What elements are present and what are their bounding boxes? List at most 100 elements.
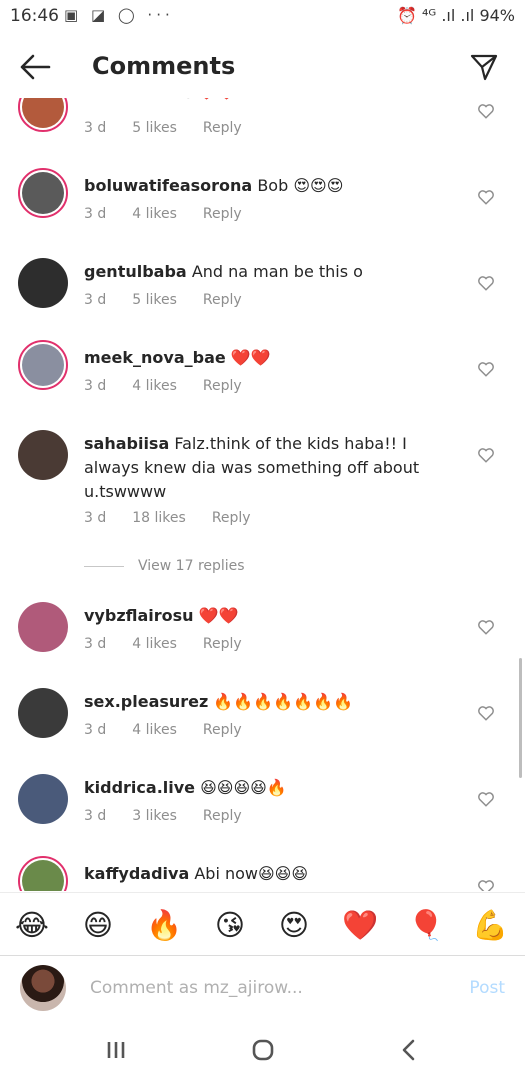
comment-likes[interactable]: 5 likes — [132, 292, 177, 308]
emoji-bar: 😂 😄 🔥 😘 😍 ❤️ 🎈 💪 — [0, 892, 525, 954]
comment-likes[interactable]: 4 likes — [132, 378, 177, 394]
comment-body: Bob 😍😍😍 — [257, 176, 344, 195]
heart-icon[interactable] — [477, 704, 495, 722]
heart-icon[interactable] — [477, 188, 495, 206]
avatar[interactable] — [18, 340, 68, 390]
comment-username[interactable]: kaffydadiva — [84, 864, 189, 883]
comment-meta: 3 d 4 likes Reply — [84, 206, 268, 222]
emoji-heart-eyes-button[interactable]: 😍 — [274, 905, 314, 945]
emoji-grin-button[interactable]: 😄 — [78, 905, 118, 945]
reply-button[interactable]: Reply — [203, 378, 242, 394]
comment-username[interactable]: meek_nova_bae — [84, 348, 226, 367]
comment-age: 3 d — [84, 808, 107, 824]
heart-icon[interactable] — [477, 790, 495, 808]
comment-body: 😆😆😆😆🔥 — [200, 778, 287, 797]
comment-username[interactable]: vybzflairosu — [84, 606, 194, 625]
comment-body: ❤️❤️ — [230, 348, 271, 367]
avatar[interactable] — [18, 602, 68, 652]
comment-likes[interactable]: 4 likes — [132, 206, 177, 222]
system-nav-bar — [0, 1019, 525, 1080]
comment-body: ❤️❤️ — [198, 606, 239, 625]
avatar[interactable] — [18, 688, 68, 738]
back-icon[interactable] — [394, 1035, 424, 1065]
comment-meta: 3 d 18 likes Reply — [84, 510, 277, 526]
comment-likes[interactable]: 3 likes — [132, 808, 177, 824]
reply-button[interactable]: Reply — [212, 510, 251, 526]
comment-meta: 3 d 4 likes Reply — [84, 378, 268, 394]
comment-username[interactable]: sahabiisa — [84, 434, 169, 453]
comments-header: Comments — [0, 38, 525, 98]
heart-icon[interactable] — [477, 102, 495, 120]
comment-text: meek_nova_bae ❤️❤️ — [84, 346, 464, 370]
recent-apps-icon[interactable] — [101, 1035, 131, 1065]
comment-meta: 3 d 4 likes Reply — [84, 722, 268, 738]
comment-username[interactable]: gentulbaba — [84, 262, 187, 281]
comment-input[interactable] — [90, 974, 430, 1002]
comment-text: gentulbaba And na man be this o — [84, 260, 464, 284]
heart-icon[interactable] — [477, 360, 495, 378]
reply-button[interactable]: Reply — [203, 292, 242, 308]
comment-age: 3 d — [84, 636, 107, 652]
comment-username[interactable]: boluwatifeasorona — [84, 176, 252, 195]
comment-age: 3 d — [84, 120, 107, 136]
back-arrow-icon[interactable] — [18, 52, 52, 82]
scrollbar[interactable] — [519, 658, 522, 778]
comment-text: vybzflairosu ❤️❤️ — [84, 604, 464, 628]
avatar[interactable] — [18, 430, 68, 480]
avatar[interactable] — [18, 774, 68, 824]
view-replies-label: View 17 replies — [138, 558, 245, 574]
comment-body: 😊❤️❤️ — [180, 98, 237, 101]
avatar[interactable] — [18, 258, 68, 308]
comment-text: sahabiisa Falz.think of the kids haba!! … — [84, 432, 464, 504]
status-bar: 16:46 ▣ ◪ ◯ ··· ⏰ ⁴ᴳ .ıl .ıl 94% — [0, 0, 525, 32]
comment-meta: 3 d 4 likes Reply — [84, 636, 268, 652]
comment-username[interactable]: sex.pleasurez — [84, 692, 208, 711]
comment-age: 3 d — [84, 206, 107, 222]
comment-meta: 3 d 5 likes Reply — [84, 292, 268, 308]
post-button[interactable]: Post — [469, 978, 505, 998]
reply-button[interactable]: Reply — [203, 120, 242, 136]
status-notification-icons: ▣ ◪ ◯ ··· — [64, 6, 174, 24]
emoji-joy-button[interactable]: 😂 — [12, 905, 52, 945]
emoji-balloon-button[interactable]: 🎈 — [406, 905, 446, 945]
comment-likes[interactable]: 4 likes — [132, 722, 177, 738]
comment-username[interactable]: kiddrica.live — [84, 778, 195, 797]
page-title: Comments — [92, 52, 236, 80]
emoji-fire-button[interactable]: 🔥 — [144, 905, 184, 945]
reply-button[interactable]: Reply — [203, 636, 242, 652]
comment-body: Abi now😆😆😆 — [194, 864, 309, 883]
comment-text: tosoamira 😊❤️❤️ — [84, 98, 464, 104]
comment-body: 🔥🔥🔥🔥🔥🔥🔥 — [213, 692, 353, 711]
comment-age: 3 d — [84, 378, 107, 394]
comment-age: 3 d — [84, 510, 107, 526]
reply-button[interactable]: Reply — [203, 808, 242, 824]
avatar[interactable] — [18, 856, 68, 891]
comment-text: sex.pleasurez 🔥🔥🔥🔥🔥🔥🔥 — [84, 690, 464, 714]
view-replies-button[interactable]: View 17 replies — [84, 558, 245, 574]
avatar — [20, 965, 66, 1011]
comment-age: 3 d — [84, 722, 107, 738]
comment-meta: 3 d 5 likes Reply — [84, 120, 268, 136]
status-system-icons: ⏰ ⁴ᴳ .ıl .ıl 94% — [397, 6, 515, 25]
comment-likes[interactable]: 5 likes — [132, 120, 177, 136]
comment-likes[interactable]: 18 likes — [132, 510, 186, 526]
heart-icon[interactable] — [477, 446, 495, 464]
home-icon[interactable] — [248, 1035, 278, 1065]
emoji-kiss-button[interactable]: 😘 — [210, 905, 250, 945]
direct-send-icon[interactable] — [469, 52, 499, 82]
comment-text: boluwatifeasorona Bob 😍😍😍 — [84, 174, 464, 198]
comment-username[interactable]: tosoamira — [84, 98, 175, 101]
comment-composer: Post — [0, 955, 525, 1019]
comment-age: 3 d — [84, 292, 107, 308]
reply-button[interactable]: Reply — [203, 206, 242, 222]
reply-button[interactable]: Reply — [203, 722, 242, 738]
heart-icon[interactable] — [477, 274, 495, 292]
comment-likes[interactable]: 4 likes — [132, 636, 177, 652]
comment-list[interactable]: tosoamira 😊❤️❤️ 3 d 5 likes Reply boluwati… — [0, 98, 525, 891]
heart-icon[interactable] — [477, 618, 495, 636]
avatar[interactable] — [18, 98, 68, 132]
emoji-flex-button[interactable]: 💪 — [470, 905, 510, 945]
avatar[interactable] — [18, 168, 68, 218]
heart-icon[interactable] — [477, 878, 495, 891]
emoji-heart-button[interactable]: ❤️ — [340, 905, 380, 945]
